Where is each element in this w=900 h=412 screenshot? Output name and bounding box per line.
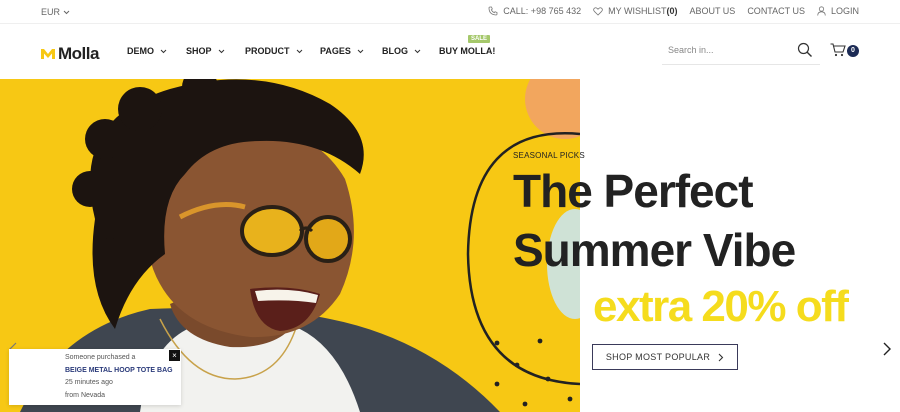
close-icon[interactable]: × xyxy=(169,350,180,361)
purchase-notification: × Someone purchased a BEIGE METAL HOOP T… xyxy=(9,349,181,405)
chevron-down-icon xyxy=(296,49,302,53)
nav-item-buy-molla[interactable]: SALE BUY MOLLA! xyxy=(439,35,496,56)
chevron-down-icon xyxy=(63,10,70,14)
chevron-down-icon xyxy=(160,49,167,53)
nav-item-shop[interactable]: SHOP xyxy=(186,46,245,56)
top-bar: EUR CALL: +98 765 432 MY WISHLIST(0) ABO… xyxy=(0,0,900,24)
wishlist-link[interactable]: MY WISHLIST(0) xyxy=(593,6,677,16)
shop-most-popular-button[interactable]: SHOP MOST POPULAR xyxy=(592,344,738,370)
nav-item-blog[interactable]: BLOG xyxy=(382,46,439,56)
nav-item-pages[interactable]: PAGES xyxy=(320,46,382,56)
user-icon xyxy=(817,6,826,16)
search-icon[interactable] xyxy=(797,42,813,58)
currency-selector[interactable]: EUR xyxy=(41,7,70,17)
currency-label: EUR xyxy=(41,7,61,17)
main-nav: DEMO SHOP PRODUCT PAGES BLOG SALE BUY MO… xyxy=(127,35,496,56)
about-label: ABOUT US xyxy=(689,6,736,16)
contact-link[interactable]: CONTACT US xyxy=(747,6,805,16)
heart-icon xyxy=(593,6,603,16)
contact-label: CONTACT US xyxy=(747,6,805,16)
chevron-down-icon xyxy=(414,49,421,53)
main-header: Molla DEMO SHOP PRODUCT PAGES BLOG SALE … xyxy=(0,25,900,79)
nav-item-demo[interactable]: DEMO xyxy=(127,46,186,56)
hero-title-line2: Summer Vibe xyxy=(513,224,796,276)
slider-next-icon[interactable] xyxy=(882,341,892,357)
notification-location: from Nevada xyxy=(65,392,106,399)
search-box xyxy=(662,39,820,65)
hero-title-line1: The Perfect xyxy=(513,165,754,217)
nav-label: SHOP xyxy=(186,46,212,56)
nav-label: PRODUCT xyxy=(245,46,290,56)
login-link[interactable]: LOGIN xyxy=(817,6,859,16)
nav-label: PAGES xyxy=(320,46,351,56)
chevron-down-icon xyxy=(218,49,224,53)
logo-text: Molla xyxy=(58,44,99,63)
cart-count-badge: 0 xyxy=(847,45,859,57)
chevron-down-icon xyxy=(357,49,364,53)
molla-logo-icon xyxy=(41,49,55,59)
sale-badge: SALE xyxy=(468,35,491,43)
hero-offer: extra 20% off xyxy=(593,282,849,331)
nav-item-product[interactable]: PRODUCT xyxy=(245,46,320,56)
call-text: CALL: +98 765 432 xyxy=(503,6,582,16)
notification-text: Someone purchased a xyxy=(65,354,136,361)
nav-label: BLOG xyxy=(382,46,408,56)
wishlist-label: MY WISHLIST xyxy=(608,6,667,16)
wishlist-count: (0) xyxy=(666,6,678,16)
logo[interactable]: Molla xyxy=(41,44,99,64)
phone-icon xyxy=(488,6,498,16)
chevron-right-icon xyxy=(718,353,724,361)
notification-product-link[interactable]: BEIGE METAL HOOP TOTE BAG xyxy=(65,367,173,374)
cta-label: SHOP MOST POPULAR xyxy=(605,352,711,362)
call-link[interactable]: CALL: +98 765 432 xyxy=(488,6,581,16)
login-label: LOGIN xyxy=(830,6,859,16)
notification-time: 25 minutes ago xyxy=(65,379,113,386)
hero-eyebrow: SEASONAL PICKS xyxy=(513,151,585,160)
cart-icon[interactable] xyxy=(830,43,846,57)
search-input[interactable] xyxy=(668,45,788,55)
nav-label: DEMO xyxy=(127,46,154,56)
about-link[interactable]: ABOUT US xyxy=(689,6,735,16)
nav-label: BUY MOLLA! xyxy=(439,46,496,56)
